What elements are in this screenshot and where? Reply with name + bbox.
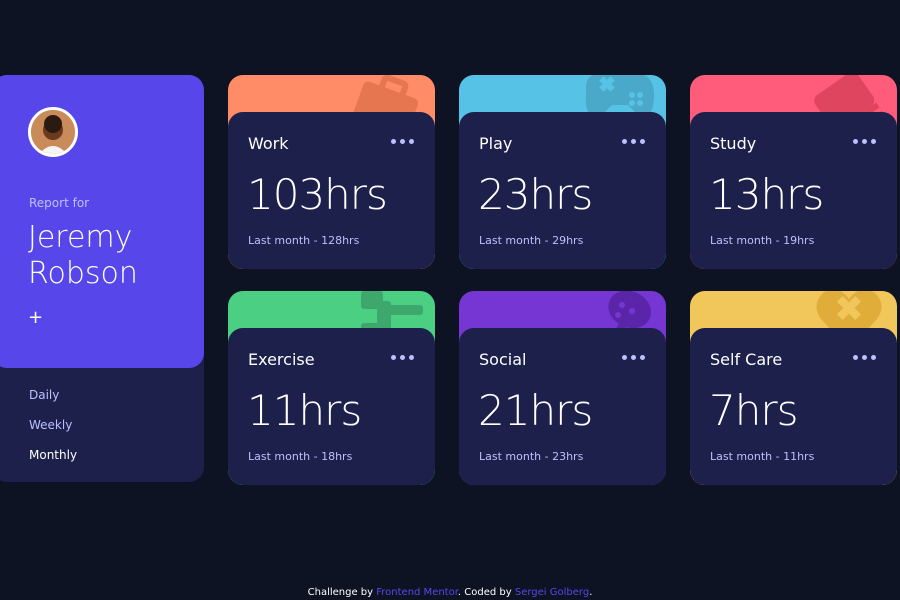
card-self-care: Self Care 7hrs Last month - 11hrs [690, 291, 897, 485]
card-title: Social [479, 350, 527, 369]
card-body: Social 21hrs Last month - 23hrs [459, 328, 666, 485]
card-hours: 13hrs [709, 170, 824, 219]
ellipsis-icon[interactable] [853, 350, 877, 364]
card-hours: 23hrs [478, 170, 593, 219]
card-title: Study [710, 134, 757, 153]
card-title: Work [248, 134, 289, 153]
card-previous: Last month - 18hrs [248, 450, 353, 463]
card-body: Study 13hrs Last month - 19hrs [690, 112, 897, 269]
card-body: Work 103hrs Last month - 128hrs [228, 112, 435, 269]
card-previous: Last month - 29hrs [479, 234, 584, 247]
card-play: Play 23hrs Last month - 29hrs [459, 75, 666, 269]
report-for-label: Report for [29, 196, 90, 210]
period-monthly[interactable]: Monthly [29, 448, 77, 462]
avatar [28, 107, 78, 157]
author-link[interactable]: Sergei Golberg [515, 587, 589, 598]
last-name: Robson [28, 256, 138, 291]
card-body: Play 23hrs Last month - 29hrs [459, 112, 666, 269]
card-hours: 103hrs [247, 170, 388, 219]
card-body: Self Care 7hrs Last month - 11hrs [690, 328, 897, 485]
footer-suffix: . [589, 587, 593, 598]
ellipsis-icon[interactable] [391, 350, 415, 364]
ellipsis-icon[interactable] [391, 134, 415, 148]
avatar-image [31, 110, 75, 154]
card-work: Work 103hrs Last month - 128hrs [228, 75, 435, 269]
card-previous: Last month - 19hrs [710, 234, 815, 247]
footer-prefix: Challenge by [307, 587, 377, 598]
ellipsis-icon[interactable] [853, 134, 877, 148]
profile-header: Report for Jeremy Robson + [0, 75, 204, 368]
card-study: Study 13hrs Last month - 19hrs [690, 75, 897, 269]
card-title: Self Care [710, 350, 783, 369]
add-icon[interactable]: + [28, 307, 43, 328]
period-daily[interactable]: Daily [29, 388, 59, 402]
card-hours: 21hrs [478, 386, 593, 435]
card-previous: Last month - 11hrs [710, 450, 815, 463]
period-weekly[interactable]: Weekly [29, 418, 72, 432]
first-name: Jeremy [28, 220, 133, 255]
profile-card: Report for Jeremy Robson + Daily Weekly … [0, 75, 204, 482]
card-title: Play [479, 134, 513, 153]
ellipsis-icon[interactable] [622, 134, 646, 148]
card-exercise: Exercise 11hrs Last month - 18hrs [228, 291, 435, 485]
ellipsis-icon[interactable] [622, 350, 646, 364]
user-name: Jeremy Robson [28, 220, 188, 292]
footer-middle: . Coded by [457, 587, 515, 598]
card-previous: Last month - 23hrs [479, 450, 584, 463]
card-hours: 11hrs [247, 386, 362, 435]
card-hours: 7hrs [709, 386, 798, 435]
card-previous: Last month - 128hrs [248, 234, 360, 247]
card-body: Exercise 11hrs Last month - 18hrs [228, 328, 435, 485]
frontend-mentor-link[interactable]: Frontend Mentor [376, 587, 458, 598]
card-title: Exercise [248, 350, 315, 369]
card-social: Social 21hrs Last month - 23hrs [459, 291, 666, 485]
attribution-footer: Challenge by Frontend Mentor. Coded by S… [0, 587, 900, 598]
